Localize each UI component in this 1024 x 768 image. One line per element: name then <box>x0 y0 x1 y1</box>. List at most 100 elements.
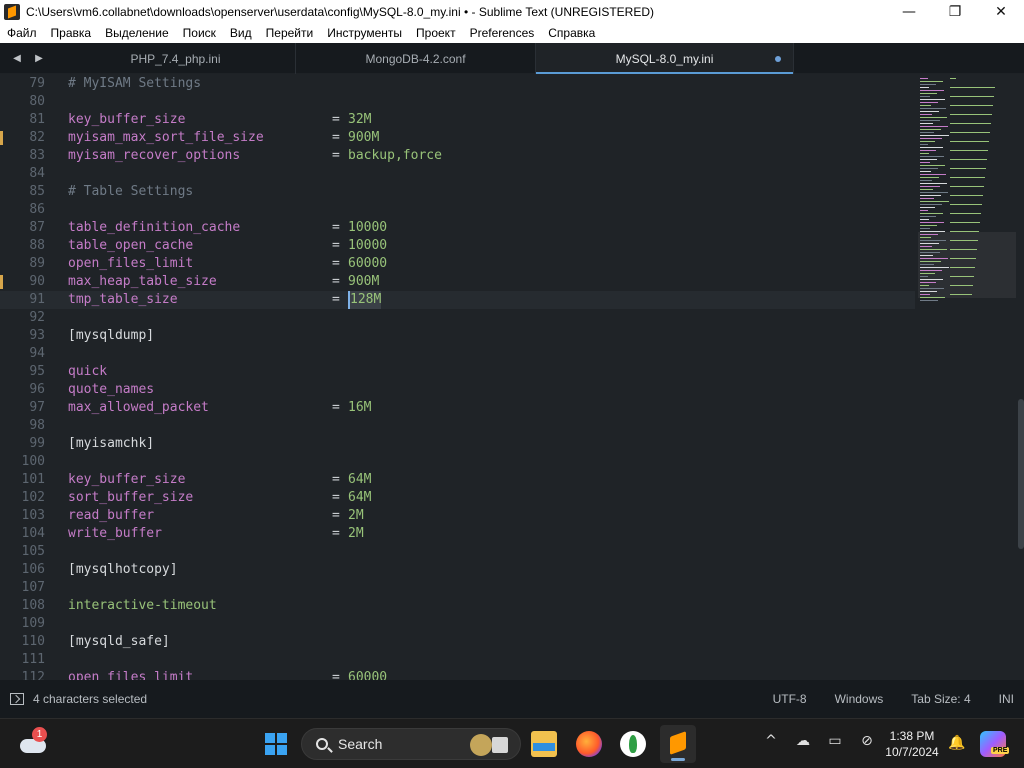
config-value: 900M <box>348 130 380 145</box>
mongodb-compass-icon[interactable] <box>620 731 646 757</box>
minimap-line <box>950 267 975 268</box>
syntax-status[interactable]: INI <box>999 692 1014 706</box>
code-view[interactable]: 79 # MyISAM Settings 80 81 key_buffer_size = 3… <box>0 75 915 680</box>
menu-view[interactable]: Вид <box>223 26 259 40</box>
menu-goto[interactable]: Перейти <box>259 26 321 40</box>
code-line[interactable]: 83 myisam_recover_options = backup,force <box>0 147 915 165</box>
unsaved-dot-icon[interactable] <box>775 56 781 62</box>
minimap-line <box>920 162 930 163</box>
line-number: 79 <box>29 76 45 91</box>
notification-bell-icon[interactable]: 🔔 <box>948 735 965 751</box>
minimap-line <box>920 171 931 172</box>
code-line[interactable]: 98 <box>0 417 915 435</box>
menu-preferences[interactable]: Preferences <box>463 26 542 40</box>
editor-area[interactable]: 79 # MyISAM Settings 80 81 key_buffer_size = 3… <box>0 74 1024 680</box>
code-line[interactable]: 93 [mysqldump] <box>0 327 915 345</box>
menu-help[interactable]: Справка <box>541 26 602 40</box>
clock[interactable]: 1:38 PM 10/7/2024 <box>880 728 944 760</box>
windows-logo-tile <box>277 733 287 743</box>
tab-mysql-ini[interactable]: MySQL-8.0_my.ini <box>536 43 794 74</box>
show-hidden-icons-icon[interactable]: ^ <box>762 733 780 749</box>
code-line[interactable]: 103 read_buffer = 2M <box>0 507 915 525</box>
menu-selection[interactable]: Выделение <box>98 26 176 40</box>
menu-tools[interactable]: Инструменты <box>320 26 409 40</box>
code-line[interactable]: 107 <box>0 579 915 597</box>
code-line[interactable]: 108 interactive-timeout <box>0 597 915 615</box>
code-line[interactable]: 81 key_buffer_size = 32M <box>0 111 915 129</box>
minimap-line <box>920 87 929 88</box>
code-line[interactable]: 109 <box>0 615 915 633</box>
code-line[interactable]: 97 max_allowed_packet = 16M <box>0 399 915 417</box>
equals-sign: = <box>332 256 340 271</box>
tab-scroll-right-icon[interactable]: ▶ <box>35 53 43 64</box>
code-line[interactable]: 94 <box>0 345 915 363</box>
line-number: 90 <box>29 274 45 289</box>
minimap-line <box>950 141 989 142</box>
code-line[interactable]: 96 quote_names <box>0 381 915 399</box>
code-line[interactable]: 92 <box>0 309 915 327</box>
menu-project[interactable]: Проект <box>409 26 463 40</box>
code-line[interactable]: 102 sort_buffer_size = 64M <box>0 489 915 507</box>
line-number: 82 <box>29 130 45 145</box>
code-line[interactable]: 80 <box>0 93 915 111</box>
line-endings-status[interactable]: Windows <box>835 692 884 706</box>
taskbar-search[interactable]: Search <box>301 728 521 760</box>
panel-toggle-icon[interactable] <box>10 693 24 705</box>
menu-file[interactable]: Файл <box>0 26 44 40</box>
volume-muted-icon[interactable]: ⊘ <box>858 733 876 749</box>
code-line[interactable]: 105 <box>0 543 915 561</box>
menu-find[interactable]: Поиск <box>176 26 223 40</box>
code-line[interactable]: 106 [mysqlhotcopy] <box>0 561 915 579</box>
minimap-line <box>920 282 936 283</box>
line-number: 103 <box>21 508 45 523</box>
code-line[interactable]: 90 max_heap_table_size = 900M <box>0 273 915 291</box>
minimap-line <box>920 243 939 244</box>
maximize-button[interactable]: ❐ <box>932 0 978 23</box>
config-key: table_definition_cache <box>68 220 241 235</box>
indent-status[interactable]: Tab Size: 4 <box>911 692 970 706</box>
code-line[interactable]: 101 key_buffer_size = 64M <box>0 471 915 489</box>
config-key: key_buffer_size <box>68 112 186 127</box>
tab-mongodb-conf[interactable]: MongoDB-4.2.conf <box>296 43 536 74</box>
code-line[interactable]: 104 write_buffer = 2M <box>0 525 915 543</box>
code-line[interactable]: 84 <box>0 165 915 183</box>
minimap-line <box>920 135 949 136</box>
firefox-icon[interactable] <box>576 731 602 757</box>
code-line[interactable]: 99 [myisamchk] <box>0 435 915 453</box>
code-line[interactable]: 95 quick <box>0 363 915 381</box>
code-line[interactable]: 88 table_open_cache = 10000 <box>0 237 915 255</box>
code-line[interactable]: 111 <box>0 651 915 669</box>
menu-edit[interactable]: Правка <box>44 26 99 40</box>
code-line[interactable]: 112 open_files_limit = 60000 <box>0 669 915 680</box>
code-line[interactable]: 110 [mysqld_safe] <box>0 633 915 651</box>
encoding-status[interactable]: UTF-8 <box>773 692 807 706</box>
code-line[interactable]: 89 open_files_limit = 60000 <box>0 255 915 273</box>
minimize-button[interactable]: — <box>886 0 932 23</box>
minimap-line <box>950 240 978 241</box>
code-line[interactable]: 86 <box>0 201 915 219</box>
tab-php-ini[interactable]: PHP_7.4_php.ini <box>56 43 296 74</box>
code-line[interactable]: 100 <box>0 453 915 471</box>
minimap-line <box>920 111 939 112</box>
minimap-line <box>920 222 944 223</box>
vertical-scrollbar[interactable] <box>1018 399 1024 549</box>
code-line[interactable]: 79 # MyISAM Settings <box>0 75 915 93</box>
start-button[interactable] <box>265 733 287 755</box>
network-icon[interactable]: ▭ <box>826 733 844 749</box>
close-button[interactable]: ✕ <box>978 0 1024 23</box>
onedrive-icon[interactable]: ☁ <box>794 733 812 749</box>
tab-scroll-left-icon[interactable]: ◀ <box>13 53 21 64</box>
section-header: [myisamchk] <box>68 436 155 451</box>
minimap-line <box>920 168 938 169</box>
file-explorer-icon[interactable] <box>531 731 557 757</box>
minimap-line <box>920 213 943 214</box>
code-line[interactable]: 87 table_definition_cache = 10000 <box>0 219 915 237</box>
code-line[interactable]: 91 tmp_table_size = 128M <box>0 291 915 309</box>
minimap-line <box>920 141 935 142</box>
sublime-text-taskbar-icon[interactable] <box>660 725 696 763</box>
code-line[interactable]: 82 myisam_max_sort_file_size = 900M <box>0 129 915 147</box>
minimap-line <box>920 78 928 79</box>
code-line[interactable]: 85 # Table Settings <box>0 183 915 201</box>
minimap[interactable] <box>918 74 1016 680</box>
weather-widget[interactable]: 1 <box>18 727 48 759</box>
